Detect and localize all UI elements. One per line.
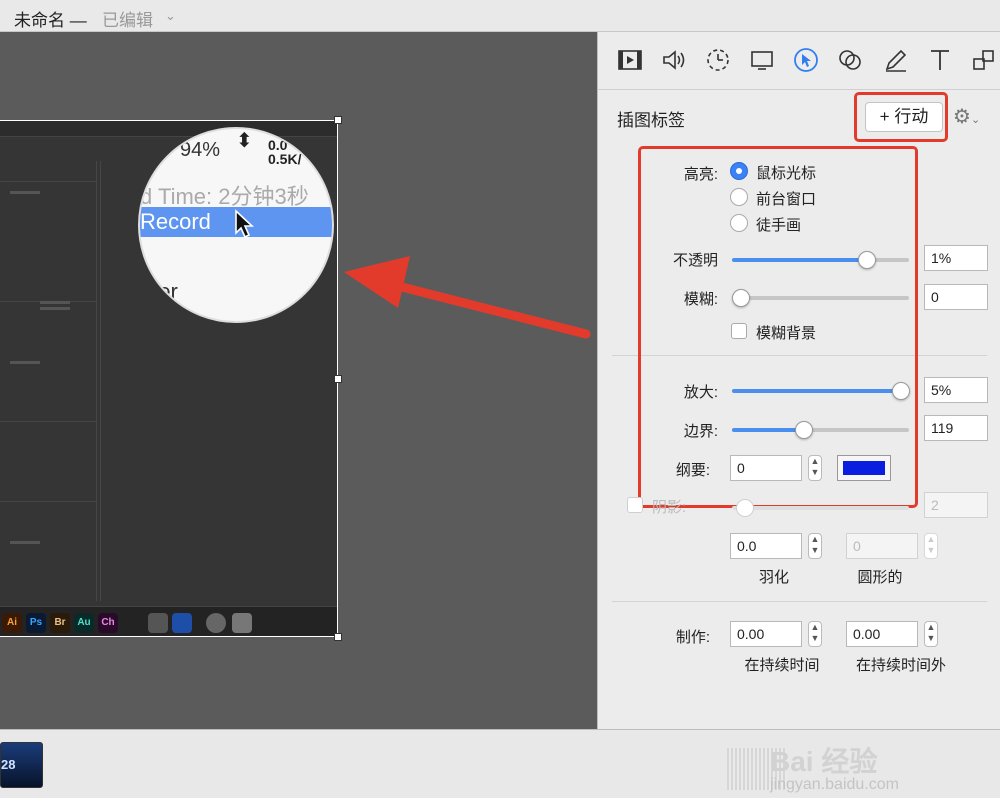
recorded-tab-strip [0, 121, 337, 137]
zoom-field[interactable]: 5% [924, 377, 988, 403]
shadow-slider[interactable] [732, 499, 909, 517]
make-label: 制作: [675, 629, 710, 646]
watermark-url: jingyan.baidu.com [770, 776, 899, 793]
timer-icon[interactable] [704, 46, 732, 74]
inspector-toolbar [598, 32, 1000, 90]
clip-thumbnail[interactable]: 28 [0, 742, 43, 788]
dock-app-icon [172, 613, 192, 633]
recorded-divider [0, 181, 96, 182]
resize-handle[interactable] [334, 116, 342, 124]
canvas[interactable]: Ai Ps Br Au Ch 94% ⬍ 0.0 0.5K/ d Time: 2… [0, 32, 597, 729]
recorded-text [10, 541, 40, 544]
magnified-menu-item: rker [140, 279, 178, 304]
round-stepper[interactable]: ▲ ▼ [924, 533, 938, 559]
recorded-divider [0, 501, 96, 502]
dock-app-icon [148, 613, 168, 633]
annotation-arrow [344, 256, 591, 339]
audio-icon[interactable] [660, 46, 688, 74]
recorded-text [40, 307, 70, 310]
shadow-slider-knob[interactable] [736, 499, 754, 517]
clip-number: 28 [1, 757, 16, 772]
out-duration-field[interactable]: 0.00 [846, 621, 918, 647]
recorded-text [10, 191, 40, 194]
cursor-icon[interactable] [792, 46, 820, 74]
shadow-field[interactable]: 2 [924, 492, 988, 518]
trash-icon [232, 613, 252, 633]
round-label: 圆形的 [857, 569, 903, 586]
shadow-label: 阴影: [652, 499, 687, 516]
resize-handle[interactable] [334, 633, 342, 641]
out-duration-stepper[interactable]: ▲ ▼ [924, 621, 938, 647]
annotation-box [638, 146, 918, 508]
border-field[interactable]: 119 [924, 415, 988, 441]
recorded-dock: Ai Ps Br Au Ch [0, 606, 337, 636]
annotation-box [854, 92, 948, 142]
mouse-cursor-icon [235, 209, 255, 239]
pen-icon[interactable] [882, 46, 910, 74]
section-title: 插图标签 [617, 111, 685, 130]
window-title: 未命名 — [14, 11, 87, 30]
magnified-percent: 94% [180, 139, 221, 161]
screen-icon[interactable] [748, 46, 776, 74]
feather-field[interactable]: 0.0 [730, 533, 802, 559]
blur-field[interactable]: 0 [924, 284, 988, 310]
magnified-rate-down: 0.5K/ [268, 151, 302, 167]
shapes-icon[interactable] [836, 46, 864, 74]
document-status[interactable]: 已编辑 [102, 6, 153, 31]
arrange-icon[interactable] [970, 46, 998, 74]
timeline-strip[interactable]: 28 Bai 经验 jingyan.baidu.com [0, 729, 1000, 798]
dock-app-icon [206, 613, 226, 633]
up-down-arrows-icon: ⬍ [236, 130, 253, 152]
dock-app-icon: Au [74, 613, 94, 633]
title-bar: 未命名 — 已编辑 ⌄ [0, 0, 1000, 32]
recorded-text [40, 301, 70, 304]
recorded-divider [100, 161, 101, 601]
dock-app-icon: Ps [26, 613, 46, 633]
recorded-text [10, 361, 40, 364]
text-icon[interactable] [926, 46, 954, 74]
in-duration-stepper[interactable]: ▲ ▼ [808, 621, 822, 647]
recorded-divider [96, 161, 97, 601]
dock-app-icon: Ai [2, 613, 22, 633]
in-duration-field[interactable]: 0.00 [730, 621, 802, 647]
feather-label: 羽化 [758, 569, 789, 586]
feather-stepper[interactable]: ▲ ▼ [808, 533, 822, 559]
out-duration-label: 在持续时间外 [855, 657, 946, 674]
recorded-divider [0, 421, 96, 422]
section-divider [612, 601, 987, 602]
gear-icon[interactable]: ⚙⌄ [953, 104, 987, 130]
dock-app-icon: Br [50, 613, 70, 633]
resize-handle[interactable] [334, 375, 342, 383]
shadow-checkbox[interactable] [627, 497, 643, 513]
round-field[interactable]: 0 [846, 533, 918, 559]
chevron-down-icon[interactable]: ⌄ [165, 8, 176, 24]
watermark-logo: Bai 经验 [770, 746, 878, 777]
inspector-panel: 插图标签 + 行动 ⚙⌄ 高亮: 鼠标光标 前台窗口 徒手画 不透明 1% 模糊… [597, 32, 1000, 729]
opacity-field[interactable]: 1% [924, 245, 988, 271]
cursor-magnifier[interactable]: 94% ⬍ 0.0 0.5K/ d Time: 2分钟3秒 Record rke… [138, 127, 334, 323]
in-duration-label: 在持续时间 [744, 657, 820, 674]
film-icon[interactable] [616, 46, 644, 74]
dock-app-icon: Ch [98, 613, 118, 633]
